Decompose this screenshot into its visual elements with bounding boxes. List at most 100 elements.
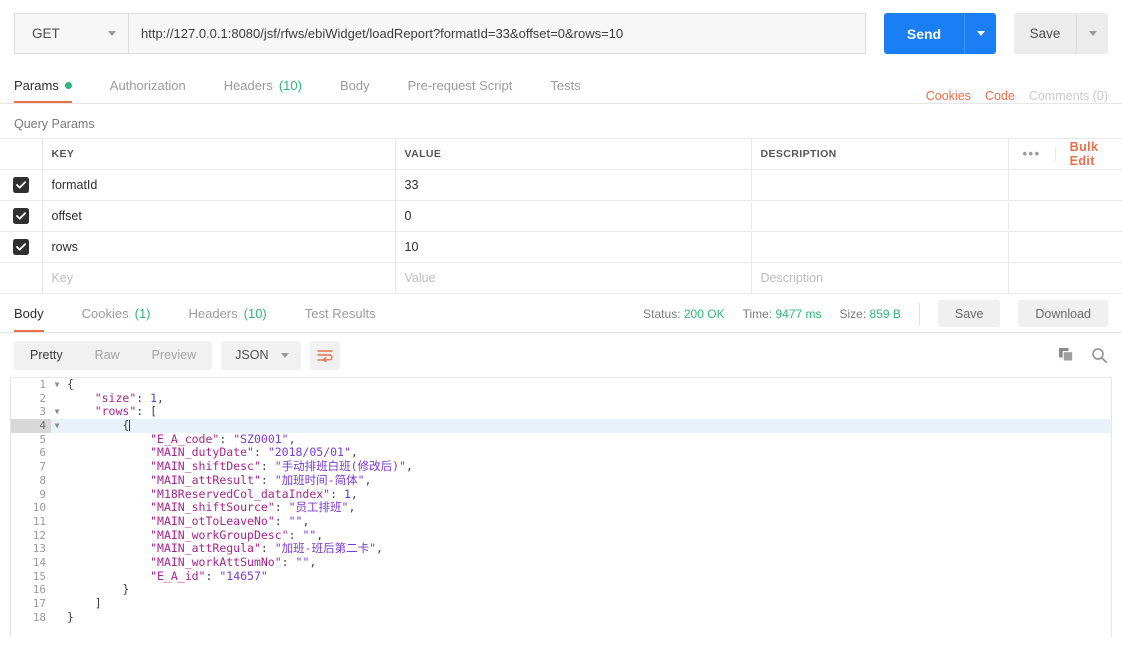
line-number: 12 — [32, 528, 46, 542]
param-key[interactable]: rows — [41, 231, 396, 263]
param-value[interactable]: 0 — [394, 200, 752, 232]
code-line: 5 "E_A_code": "SZ0001", — [11, 431, 1111, 447]
save-options-button[interactable] — [1076, 13, 1108, 54]
header-checkbox-cell — [0, 138, 43, 170]
tab-pre-request-script[interactable]: Pre-request Script — [389, 67, 532, 103]
param-description[interactable] — [750, 169, 1009, 201]
copy-icon[interactable] — [1058, 347, 1075, 364]
code-text: ] — [67, 596, 102, 610]
code-text: "MAIN_attResult": "加班时间-简体", — [150, 472, 372, 487]
tab-tests[interactable]: Tests — [531, 67, 599, 103]
code-link[interactable]: Code — [985, 89, 1015, 103]
fold-toggle-icon[interactable]: ▼ — [51, 405, 63, 419]
new-param-key-input[interactable]: Key — [41, 262, 396, 294]
tab-params[interactable]: Params — [14, 67, 91, 103]
tab-badge: (10) — [243, 306, 267, 321]
send-options-button[interactable] — [964, 13, 996, 54]
new-param-description-input[interactable]: Description — [750, 262, 1009, 294]
param-actions — [1007, 262, 1122, 294]
tab-label: Tests — [550, 77, 581, 93]
code-text: "MAIN_shiftDesc": "手动排班白班(修改后)", — [150, 459, 413, 474]
param-key[interactable]: offset — [41, 200, 396, 232]
line-number: 18 — [32, 610, 46, 624]
param-description[interactable] — [750, 231, 1009, 263]
view-pretty-button[interactable]: Pretty — [14, 341, 79, 370]
query-params-table: KEY VALUE DESCRIPTION ••• Bulk Edit form… — [0, 138, 1122, 294]
param-actions — [1007, 231, 1122, 263]
code-text: "MAIN_workGroupDesc": "", — [150, 527, 324, 542]
tab-authorization[interactable]: Authorization — [91, 67, 205, 103]
tab-label: Headers — [188, 306, 238, 321]
more-options-icon[interactable]: ••• — [1009, 147, 1056, 161]
response-tab-bar: Body Cookies (1) Headers (10) Test Resul… — [0, 295, 1122, 333]
response-tab-test-results[interactable]: Test Results — [286, 295, 395, 332]
line-number: 4 — [11, 419, 51, 433]
response-tab-cookies[interactable]: Cookies (1) — [63, 295, 170, 332]
view-raw-button[interactable]: Raw — [79, 341, 136, 370]
row-checkbox-cell — [0, 169, 43, 201]
fold-toggle-icon[interactable]: ▼ — [51, 419, 63, 433]
param-checkbox[interactable] — [12, 177, 29, 193]
param-checkbox[interactable] — [12, 239, 29, 255]
save-response-button[interactable]: Save — [937, 300, 1001, 327]
line-number: 2 — [39, 391, 46, 405]
code-line: 11 "MAIN_otToLeaveNo": "", — [11, 514, 1111, 529]
code-text: { — [67, 418, 131, 433]
tab-label: Authorization — [109, 77, 186, 93]
code-text: "MAIN_shiftSource": "员工排班", — [150, 500, 356, 515]
wrap-lines-button[interactable] — [310, 340, 341, 370]
cookies-link[interactable]: Cookies — [926, 89, 971, 103]
line-number: 11 — [32, 514, 46, 528]
header-value: VALUE — [394, 138, 752, 170]
send-button[interactable]: Send — [884, 13, 964, 54]
code-text: "MAIN_workAttSumNo": "", — [150, 554, 317, 569]
param-checkbox[interactable] — [12, 208, 29, 224]
size-value: 859 B — [869, 306, 901, 321]
tab-body[interactable]: Body — [321, 67, 389, 103]
code-line: 17 ] — [11, 596, 1111, 611]
param-value[interactable]: 10 — [394, 231, 752, 263]
new-param-value-input[interactable]: Value — [394, 262, 752, 294]
code-line: 9 "M18ReservedCol_dataIndex": 1, — [11, 486, 1111, 502]
url-input[interactable]: http://127.0.0.1:8080/jsf/rfws/ebiWidget… — [128, 13, 866, 54]
body-format-select[interactable]: JSON — [221, 340, 302, 370]
tab-headers[interactable]: Headers (10) — [205, 67, 321, 103]
http-method-select[interactable]: GET — [14, 13, 128, 54]
download-response-button[interactable]: Download — [1018, 300, 1108, 327]
param-value[interactable]: 33 — [394, 169, 752, 201]
save-button-group: Save — [1014, 13, 1108, 54]
code-line: 18} — [11, 609, 1111, 625]
response-tab-list: Body Cookies (1) Headers (10) Test Resul… — [14, 295, 395, 332]
status-badge: Status: 200 OK — [643, 307, 724, 321]
body-format-label: JSON — [235, 348, 269, 362]
param-key[interactable]: formatId — [41, 169, 396, 201]
param-description[interactable] — [750, 200, 1009, 232]
comments-link[interactable]: Comments (0) — [1029, 89, 1108, 103]
code-text: "M18ReservedCol_dataIndex": 1, — [150, 486, 358, 501]
size-label: Size: — [839, 306, 867, 321]
line-number: 3 — [39, 405, 46, 419]
search-icon[interactable] — [1091, 347, 1108, 364]
line-number: 16 — [32, 583, 46, 597]
view-preview-button[interactable]: Preview — [136, 341, 212, 370]
fold-toggle-icon[interactable]: ▼ — [51, 378, 63, 392]
response-tab-body[interactable]: Body — [14, 295, 63, 332]
time-label: Time: — [742, 306, 773, 321]
tab-badge: (1) — [134, 306, 151, 321]
response-meta: Status: 200 OK Time: 9477 ms Size: 859 B… — [643, 300, 1108, 327]
chevron-down-icon — [108, 31, 116, 36]
code-line: 16 } — [11, 582, 1111, 597]
request-url-bar: GET http://127.0.0.1:8080/jsf/rfws/ebiWi… — [0, 0, 1122, 67]
tab-label: Body — [14, 306, 44, 321]
response-tab-headers[interactable]: Headers (10) — [170, 295, 286, 332]
code-line: 8 "MAIN_attResult": "加班时间-简体", — [11, 472, 1111, 488]
bulk-edit-button[interactable]: Bulk Edit — [1056, 140, 1110, 168]
save-button[interactable]: Save — [1014, 13, 1076, 54]
row-checkbox-cell — [0, 231, 43, 263]
code-text: { — [67, 377, 74, 391]
tab-label: Headers — [223, 77, 273, 93]
response-body-code-viewer[interactable]: 1 ▼{2 "size": 1, 3 ▼ "rows": [4 ▼ {5 "E_A_co… — [10, 377, 1112, 637]
code-text: "E_A_code": "SZ0001", — [150, 431, 296, 446]
code-text: } — [67, 609, 74, 624]
code-line: 7 "MAIN_shiftDesc": "手动排班白班(修改后)", — [11, 459, 1111, 474]
